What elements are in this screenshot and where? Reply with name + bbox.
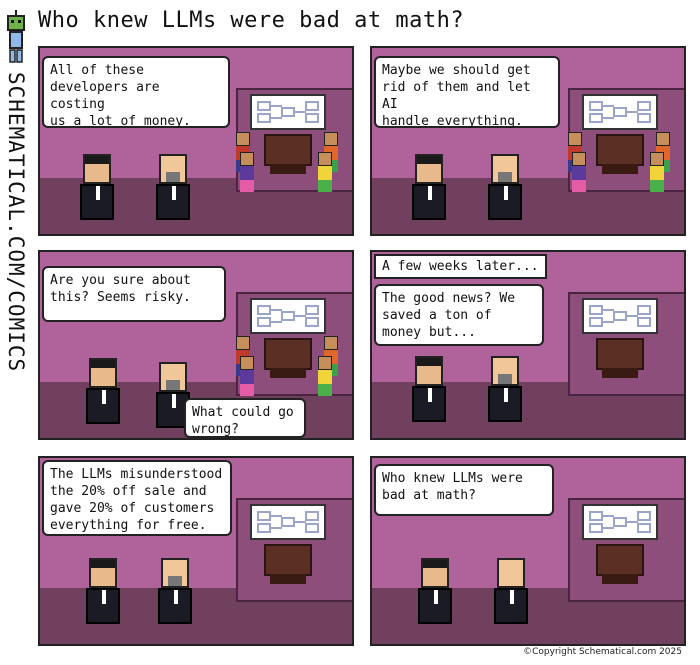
employee-figure — [86, 358, 120, 424]
whiteboard — [582, 94, 658, 130]
sidebar-url: SCHEMATICAL.COM/COMICS — [4, 72, 28, 373]
speech-bubble: Maybe we should get rid of them and let … — [374, 56, 560, 129]
flowchart-icon — [589, 101, 651, 123]
speech-bubble: The LLMs misunderstood the 20% off sale … — [42, 460, 232, 536]
flowchart-icon — [589, 305, 651, 327]
employee-figure — [86, 558, 120, 624]
boss-figure — [488, 154, 522, 220]
boss-figure — [494, 558, 528, 624]
boss-figure — [156, 154, 190, 220]
developer-figure — [240, 152, 254, 192]
desk-base — [602, 574, 638, 584]
desk-base — [270, 368, 306, 378]
comic-panel-1: All of these developers are costing us a… — [38, 46, 354, 236]
desk — [264, 338, 312, 370]
desk — [264, 544, 312, 576]
comic-panel-2: Maybe we should get rid of them and let … — [370, 46, 686, 236]
desk-base — [602, 164, 638, 174]
flowchart-icon — [257, 101, 319, 123]
desk — [596, 134, 644, 166]
employee-figure — [80, 154, 114, 220]
developer-figure — [572, 152, 586, 192]
flowchart-icon — [257, 511, 319, 533]
whiteboard — [582, 504, 658, 540]
whiteboard — [250, 298, 326, 334]
employee-figure — [412, 154, 446, 220]
developer-figure — [650, 152, 664, 192]
reply-bubble: What could go wrong? — [184, 398, 306, 438]
speech-bubble: Who knew LLMs were bad at math? — [374, 464, 554, 516]
desk — [596, 338, 644, 370]
boss-figure — [158, 558, 192, 624]
desk — [264, 134, 312, 166]
whiteboard — [250, 504, 326, 540]
robot-logo-icon — [6, 10, 26, 64]
employee-figure — [418, 558, 452, 624]
speech-bubble: The good news? We saved a ton of money b… — [374, 284, 544, 346]
comic-panel-4: A few weeks later... The good news? We s… — [370, 250, 686, 440]
flowchart-icon — [257, 305, 319, 327]
whiteboard — [250, 94, 326, 130]
desk-base — [602, 368, 638, 378]
developer-figure — [318, 152, 332, 192]
flowchart-icon — [589, 511, 651, 533]
copyright-text: ©Copyright Schematical.com 2025 — [523, 647, 682, 657]
desk — [596, 544, 644, 576]
boss-figure — [488, 356, 522, 422]
whiteboard — [582, 298, 658, 334]
comic-panel-3: Are you sure about this? Seems risky. Wh… — [38, 250, 354, 440]
desk-base — [270, 574, 306, 584]
speech-bubble: All of these developers are costing us a… — [42, 56, 230, 129]
desk-base — [270, 164, 306, 174]
developer-figure — [318, 356, 332, 396]
narration-caption: A few weeks later... — [374, 254, 547, 279]
speech-bubble: Are you sure about this? Seems risky. — [42, 266, 226, 322]
comic-title: Who knew LLMs were bad at math? — [38, 8, 465, 33]
employee-figure — [412, 356, 446, 422]
comic-panel-6: Who knew LLMs were bad at math? — [370, 456, 686, 646]
comic-panel-5: The LLMs misunderstood the 20% off sale … — [38, 456, 354, 646]
developer-figure — [240, 356, 254, 396]
